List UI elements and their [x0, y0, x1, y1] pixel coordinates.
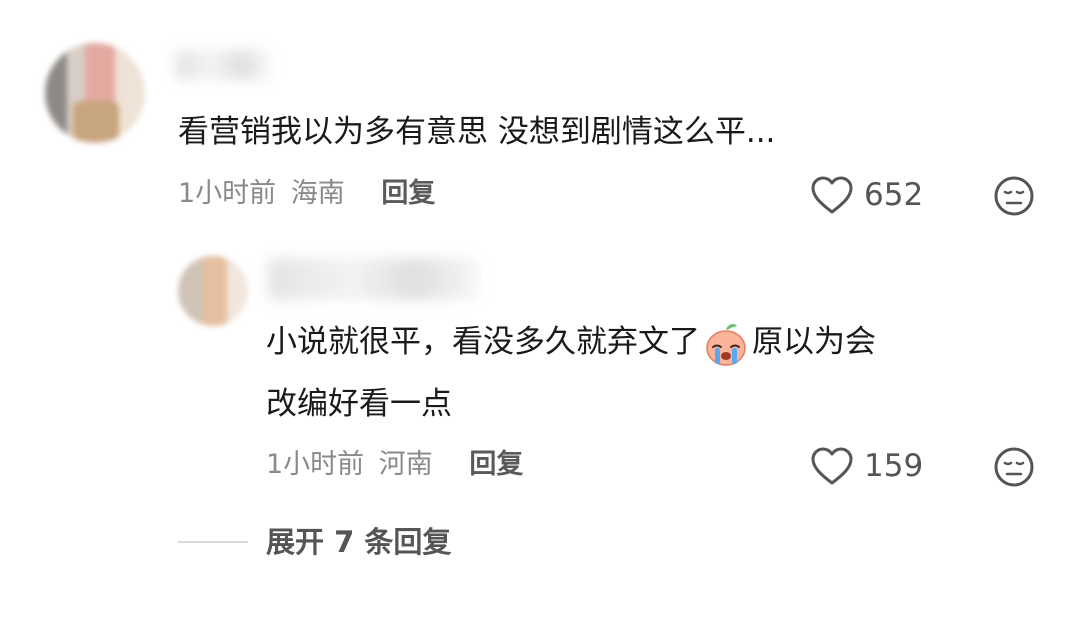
reply-text-part: 小说就很平，看没多久就弃文了	[266, 324, 700, 360]
expand-divider	[178, 541, 248, 543]
reply-text-line-2: 改编好看一点	[266, 386, 452, 422]
expand-replies-button[interactable]: 展开 7 条回复	[266, 522, 451, 562]
reply-like-count: 159	[864, 448, 924, 484]
comment-location: 海南	[290, 178, 345, 209]
reply-button[interactable]: 回复	[381, 178, 435, 209]
comment-meta: 1小时前 海南 回复	[178, 176, 435, 212]
username-blurred[interactable]	[175, 50, 270, 80]
like-count: 652	[864, 177, 924, 213]
avatar[interactable]	[45, 43, 145, 143]
like-button[interactable]: 652	[810, 175, 923, 215]
neutral-face-icon	[994, 176, 1034, 216]
neutral-face-icon	[994, 447, 1034, 487]
reply-reply-button[interactable]: 回复	[469, 449, 523, 480]
reply-time: 1小时前	[266, 449, 365, 480]
heart-outline-icon	[811, 176, 853, 214]
reply-meta: 1小时前 河南 回复	[266, 447, 523, 483]
reply-like-button[interactable]: 159	[810, 446, 923, 486]
reply-text-line-1: 小说就很平，看没多久就弃文了 原以为会	[266, 312, 876, 372]
reply-location: 河南	[378, 449, 433, 480]
reply-dislike-button[interactable]	[993, 446, 1035, 492]
comment-text: 看营销我以为多有意思 没想到剧情这么平...	[178, 114, 776, 150]
comment-time: 1小时前	[178, 178, 277, 209]
dislike-button[interactable]	[993, 175, 1035, 221]
heart-outline-icon	[811, 447, 853, 485]
crying-peach-emoji	[702, 320, 750, 368]
reply-text-part: 原以为会	[752, 324, 876, 360]
reply-avatar[interactable]	[178, 256, 248, 326]
reply-username-blurred[interactable]	[268, 258, 478, 300]
